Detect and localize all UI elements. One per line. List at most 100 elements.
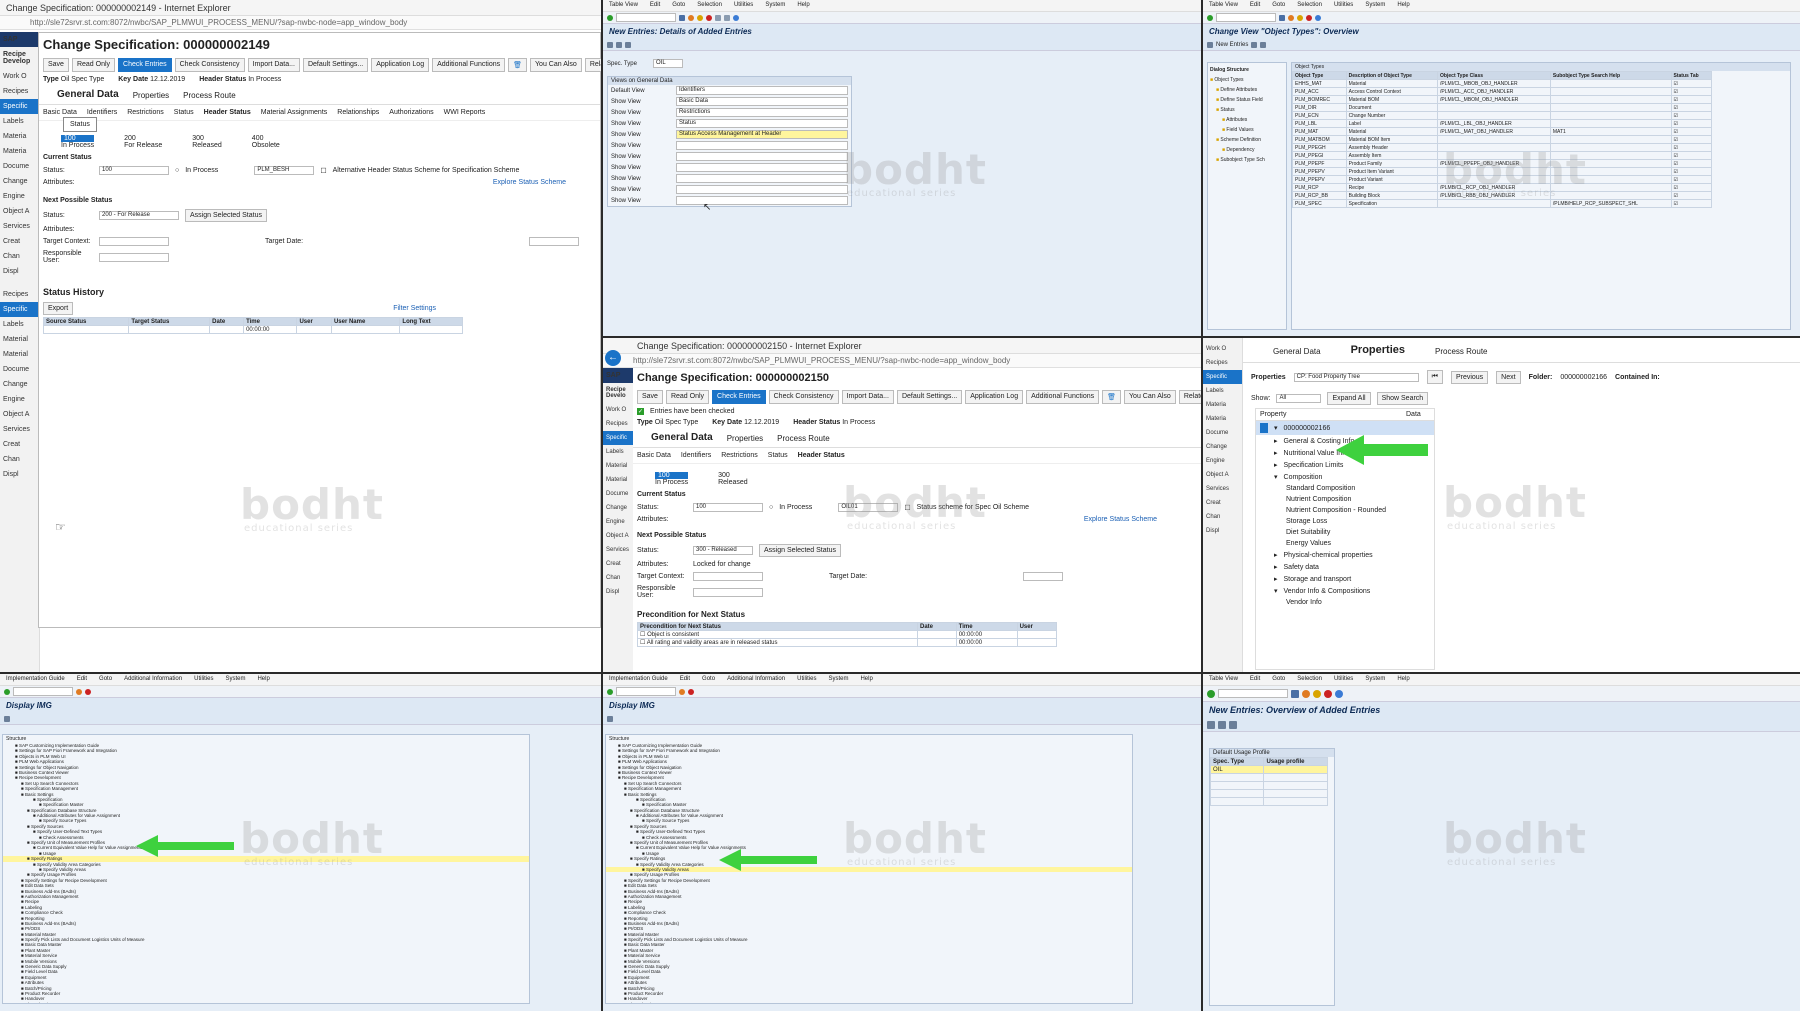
- nav-item-selected[interactable]: Specific: [603, 431, 634, 445]
- nav-item[interactable]: Material: [0, 347, 39, 362]
- nav-item[interactable]: Change: [0, 377, 39, 392]
- nav-item[interactable]: Materia: [1203, 398, 1242, 412]
- tab-authorizations[interactable]: Authorizations: [389, 109, 433, 116]
- nav-item[interactable]: Displ: [0, 264, 39, 279]
- nav-item[interactable]: Engine: [603, 515, 634, 529]
- target-date-field[interactable]: [529, 237, 580, 246]
- address-bar[interactable]: http://sle72srvr.st.com:8072/nwbc/SAP_PL…: [603, 354, 1201, 368]
- table-cell[interactable]: /PLMB/CL_RCP_OBJ_HANDLER: [1437, 183, 1551, 192]
- menu-table-view[interactable]: Table View: [1209, 2, 1238, 9]
- progress-step[interactable]: 100 In Process: [61, 135, 95, 149]
- table-row[interactable]: PLM_SPEC Specification/PLMB/HELP_RCP_SUBS…: [1292, 199, 1712, 208]
- nav-item[interactable]: Recipes: [603, 417, 634, 431]
- tab-basic-data[interactable]: Basic Data: [43, 109, 77, 116]
- menu-utilities[interactable]: Utilities: [734, 2, 753, 9]
- nav-item[interactable]: Object A: [0, 407, 39, 422]
- nav-item[interactable]: Displ: [603, 585, 634, 599]
- delete-icon[interactable]: [625, 41, 631, 48]
- menu-utilities[interactable]: Utilities: [194, 676, 213, 683]
- table-cell[interactable]: PLM_RCP: [1292, 183, 1347, 192]
- checkbox-icon[interactable]: ☐: [640, 640, 645, 646]
- tree-node[interactable]: ■ Subobject Type Sch: [1210, 155, 1284, 165]
- table-cell[interactable]: /PLMI/CL_MBOB_OBJ_HANDLER: [1437, 79, 1551, 88]
- edit-icon[interactable]: [607, 41, 613, 48]
- checkbox-icon[interactable]: ☑: [1670, 95, 1712, 104]
- tree-node[interactable]: Storage Loss: [1256, 516, 1434, 527]
- target-context-field[interactable]: [693, 572, 763, 581]
- checkbox-icon[interactable]: ☑: [1670, 167, 1712, 176]
- nav-item[interactable]: Docume: [603, 487, 634, 501]
- address-bar[interactable]: http://sle72srvr.st.com:8072/nwbc/SAP_PL…: [0, 16, 601, 30]
- edit-icon[interactable]: [607, 715, 613, 722]
- tab-identifiers[interactable]: Identifiers: [681, 452, 711, 459]
- collapse-icon[interactable]: ▾: [1274, 473, 1278, 481]
- col-usage-profile[interactable]: Usage profile: [1263, 757, 1328, 766]
- table-row[interactable]: 00:00:00: [42, 325, 463, 334]
- collapse-icon[interactable]: ▾: [1274, 587, 1278, 595]
- menu-table-view[interactable]: Table View: [1209, 676, 1238, 683]
- table-row[interactable]: ☐ Object is consistent 00:00:00: [637, 630, 1058, 639]
- menu-goto[interactable]: Goto: [702, 676, 715, 683]
- nav-item[interactable]: Docume: [1203, 426, 1242, 440]
- tab-relationships[interactable]: Relationships: [337, 109, 379, 116]
- menu-system[interactable]: System: [1365, 676, 1385, 683]
- trash-icon[interactable]: 🗑: [508, 58, 528, 72]
- view-select[interactable]: Restrictions: [675, 108, 848, 117]
- col-class[interactable]: Object Type Class: [1437, 71, 1551, 80]
- command-field[interactable]: [616, 687, 676, 696]
- table-cell[interactable]: [1437, 135, 1551, 144]
- tree-node[interactable]: Nutrient Composition - Rounded: [1256, 505, 1434, 516]
- help-icon[interactable]: [1335, 689, 1343, 698]
- expand-icon[interactable]: ▸: [1274, 575, 1278, 583]
- nav-item[interactable]: Object A: [603, 529, 634, 543]
- nav-item[interactable]: Materia: [1203, 412, 1242, 426]
- table-row[interactable]: PLM_PPEGH Assembly Header ☑: [1292, 143, 1712, 152]
- nav-item-selected[interactable]: Specific: [0, 99, 39, 114]
- table-cell[interactable]: [1549, 87, 1672, 96]
- check-icon[interactable]: [1207, 689, 1215, 698]
- tree-node[interactable]: ▾ Vendor Info & Compositions: [1256, 585, 1434, 597]
- tab-wwi-reports[interactable]: WWI Reports: [444, 109, 486, 116]
- table-cell[interactable]: [1549, 103, 1672, 112]
- nav-item[interactable]: Services: [0, 219, 39, 234]
- menu-additional-information[interactable]: Additional Information: [124, 676, 182, 683]
- table-row[interactable]: PLM_ACC Access Control Context/PLMI/CL_AC…: [1292, 87, 1712, 96]
- collapse-icon[interactable]: ▾: [1274, 424, 1278, 432]
- table-row[interactable]: PLM_MATBOM Material BOM Item ☑: [1292, 135, 1712, 144]
- menu-implementation-guide[interactable]: Implementation Guide: [6, 676, 65, 683]
- application-log-button[interactable]: Application Log: [371, 58, 430, 72]
- checkbox-icon[interactable]: ☑: [1670, 103, 1712, 112]
- menu-system[interactable]: System: [765, 2, 785, 9]
- save-button[interactable]: Save: [43, 58, 69, 72]
- nav-item[interactable]: Recipe Develo: [603, 383, 634, 403]
- col-status-tab[interactable]: Status Tab: [1670, 71, 1712, 80]
- exit-icon[interactable]: [1313, 689, 1321, 698]
- cancel-icon[interactable]: [688, 688, 694, 695]
- table-row[interactable]: PLM_DIR Document ☑: [1292, 103, 1712, 112]
- table-cell[interactable]: /PLMB/CL_RBB_OBJ_HANDLER: [1437, 191, 1551, 200]
- col-date[interactable]: Date: [209, 317, 245, 326]
- table-row[interactable]: EHHS_MAT Material/PLMI/CL_MBOB_OBJ_HANDLE…: [1292, 79, 1712, 88]
- checkbox-icon[interactable]: ☑: [1670, 111, 1712, 120]
- properties-select[interactable]: CP: Food Property Tree: [1293, 372, 1419, 382]
- table-cell[interactable]: PLM_MATBOM: [1292, 135, 1347, 144]
- first-icon[interactable]: ⏮: [1426, 370, 1443, 384]
- default-settings-button[interactable]: Default Settings...: [302, 58, 369, 72]
- view-select[interactable]: [675, 185, 848, 194]
- nav-item[interactable]: Work O: [0, 69, 39, 84]
- tree-node[interactable]: ■ Status: [1210, 105, 1284, 115]
- command-field[interactable]: [1218, 689, 1288, 698]
- menu-selection[interactable]: Selection: [1297, 676, 1322, 683]
- table-row[interactable]: [1209, 789, 1328, 798]
- tree-node[interactable]: ▾ Composition: [1256, 471, 1434, 483]
- find-icon[interactable]: [724, 14, 730, 21]
- command-field[interactable]: [1216, 13, 1276, 22]
- table-cell[interactable]: Recipe: [1345, 183, 1439, 192]
- tree-root[interactable]: ▾ 000000002166: [1256, 421, 1434, 435]
- table-cell[interactable]: Specification: [1345, 199, 1439, 208]
- nav-item[interactable]: Services: [603, 543, 634, 557]
- table-cell[interactable]: Material BOM: [1345, 95, 1439, 104]
- status-field[interactable]: 100: [99, 166, 169, 175]
- import-data-button[interactable]: Import Data...: [841, 390, 894, 404]
- table-cell[interactable]: /PLMI/CL_ACC_OBJ_HANDLER: [1437, 87, 1551, 96]
